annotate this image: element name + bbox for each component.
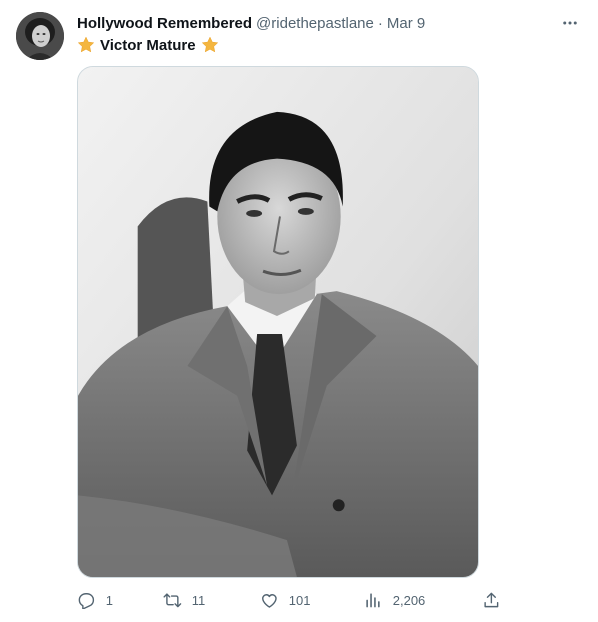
share-button[interactable]: [482, 588, 501, 612]
tweet-actions: 1 11 101 2,206: [77, 588, 507, 612]
reply-icon: [78, 592, 95, 610]
avatar-image: [16, 12, 64, 60]
views-icon: [366, 592, 380, 608]
views-button[interactable]: 2,206: [364, 588, 425, 612]
retweet-button[interactable]: 11: [163, 588, 205, 612]
avatar[interactable]: [16, 12, 64, 60]
more-button[interactable]: [558, 12, 582, 34]
author-display-name[interactable]: Hollywood Remembered: [77, 15, 252, 32]
like-icon: [262, 593, 277, 608]
tweet-timestamp[interactable]: Mar 9: [387, 15, 425, 32]
portrait-photo: [78, 67, 478, 577]
separator-dot: ·: [377, 14, 383, 32]
author-handle[interactable]: @ridethepastlane: [256, 15, 374, 32]
star-emoji-icon: [77, 36, 95, 54]
tweet-text-label: Victor Mature: [100, 36, 196, 54]
tweet-photo[interactable]: [77, 66, 479, 578]
tweet-header: Hollywood Remembered @ridethepastlane · …: [77, 13, 558, 33]
share-icon: [484, 592, 499, 607]
reply-count: 1: [105, 592, 113, 608]
like-count: 101: [288, 592, 311, 608]
views-count: 2,206: [392, 592, 426, 608]
retweet-icon: [163, 593, 182, 607]
reply-button[interactable]: 1: [77, 588, 113, 612]
more-icon: [563, 21, 577, 25]
tweet-text: Victor Mature: [77, 35, 219, 55]
star-emoji-icon: [201, 36, 219, 54]
like-button[interactable]: 101: [260, 588, 310, 612]
tweet[interactable]: Hollywood Remembered @ridethepastlane · …: [0, 0, 598, 622]
retweet-count: 11: [191, 592, 206, 608]
